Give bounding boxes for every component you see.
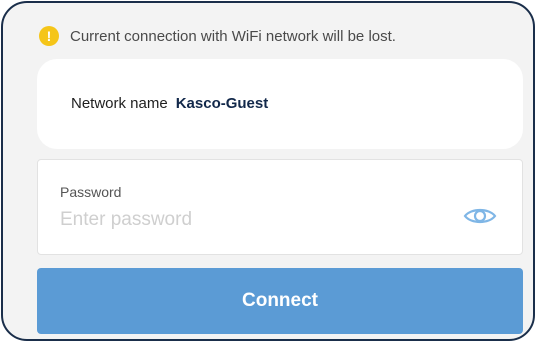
network-card: Network name Kasco-Guest bbox=[37, 59, 523, 149]
network-name-row: Network name Kasco-Guest bbox=[71, 95, 268, 112]
warning-icon: ! bbox=[39, 26, 59, 46]
password-input[interactable] bbox=[58, 204, 442, 236]
warning-text: Current connection with WiFi network wil… bbox=[70, 27, 396, 45]
network-name-label: Network name bbox=[71, 95, 168, 112]
eye-icon bbox=[463, 208, 497, 224]
network-name-value: Kasco-Guest bbox=[175, 95, 269, 112]
warning-row: ! Current connection with WiFi network w… bbox=[39, 25, 396, 47]
password-label: Password bbox=[60, 184, 122, 200]
password-card: Password bbox=[37, 159, 523, 255]
wifi-connect-dialog: ! Current connection with WiFi network w… bbox=[1, 1, 535, 341]
show-password-toggle[interactable] bbox=[462, 204, 498, 228]
connect-button[interactable]: Connect bbox=[37, 268, 523, 334]
